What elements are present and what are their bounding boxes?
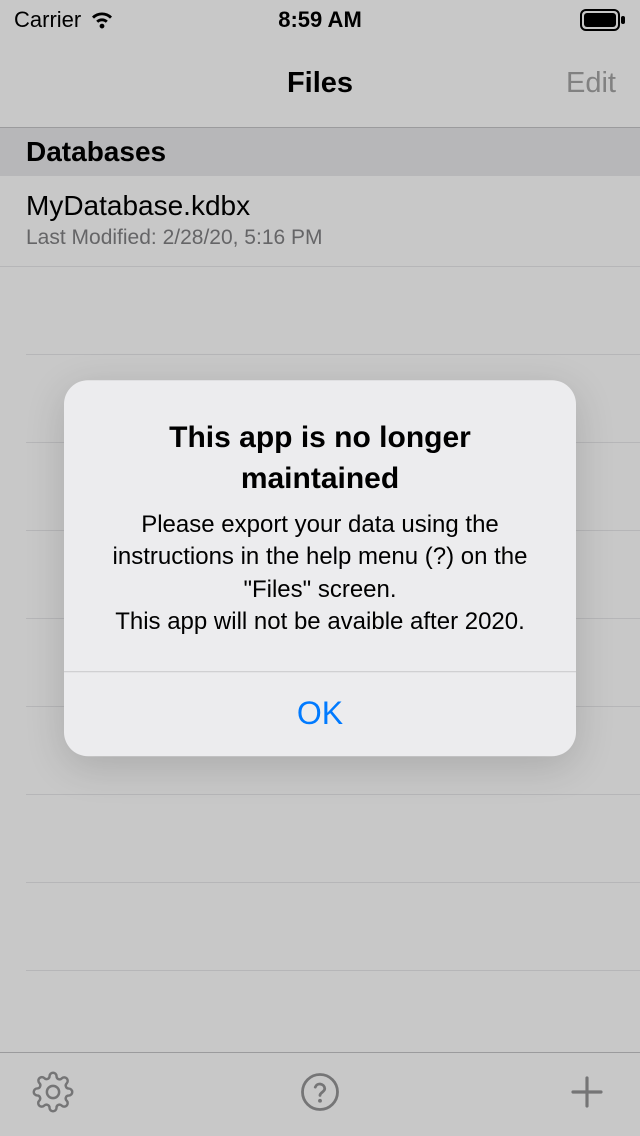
alert-dialog: This app is no longer maintained Please …: [64, 380, 576, 756]
alert-message: Please export your data using the instru…: [90, 509, 550, 639]
alert-title: This app is no longer maintained: [90, 418, 550, 499]
ok-button[interactable]: OK: [64, 672, 576, 756]
